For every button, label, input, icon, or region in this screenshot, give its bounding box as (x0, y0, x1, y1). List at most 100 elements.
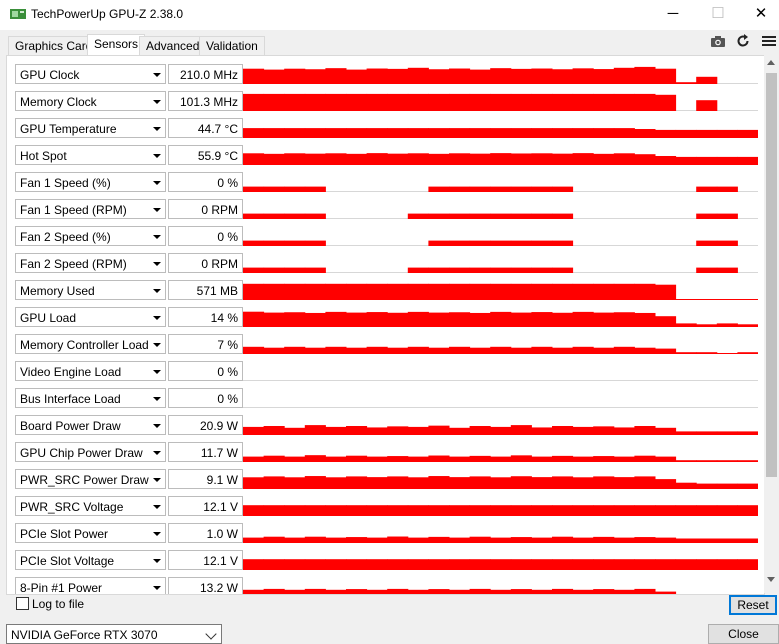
sensor-name-dropdown[interactable]: Video Engine Load (15, 361, 166, 381)
sensor-name-dropdown[interactable]: 8-Pin #1 Power (15, 577, 166, 595)
sensor-name-dropdown[interactable]: GPU Clock (15, 64, 166, 84)
graph-bar (469, 186, 491, 192)
sensor-row: GPU Chip Power Draw 11.7 W (7, 439, 764, 466)
sensor-value: 0 % (217, 365, 238, 379)
sensor-graph (243, 361, 758, 381)
sensor-value: 14 % (210, 311, 238, 325)
maximize-button[interactable]: ☐ (695, 0, 741, 30)
graph-bar (325, 505, 347, 516)
sensor-name-dropdown[interactable]: Fan 1 Speed (RPM) (15, 199, 166, 219)
sensor-name-dropdown[interactable]: Fan 1 Speed (%) (15, 172, 166, 192)
sensor-name-dropdown[interactable]: Board Power Draw (15, 415, 166, 435)
sensor-name-dropdown[interactable]: Fan 2 Speed (%) (15, 226, 166, 246)
hamburger-menu-icon[interactable] (760, 32, 778, 50)
log-to-file-checkbox[interactable] (16, 597, 29, 610)
graph-bar (634, 347, 656, 354)
graph-bar (696, 240, 718, 246)
graph-bar (263, 267, 285, 273)
sensor-name-dropdown[interactable]: Bus Interface Load (15, 388, 166, 408)
graph-bar (449, 505, 471, 516)
graph-bar (531, 537, 553, 543)
sensor-name: 8-Pin #1 Power (20, 581, 103, 595)
graph-bar (449, 267, 471, 273)
sensor-value: 0 RPM (201, 203, 238, 217)
graph-bar (284, 240, 306, 246)
vertical-scrollbar[interactable] (764, 55, 779, 593)
reset-button[interactable]: Reset (729, 595, 777, 615)
sensor-value-box: 44.7 °C (168, 118, 243, 138)
sensor-name-dropdown[interactable]: PCIe Slot Power (15, 523, 166, 543)
tab-graphics-card[interactable]: Graphics Card (8, 36, 100, 55)
graph-bar (490, 537, 512, 543)
dropdown-arrow-icon (153, 397, 161, 401)
tab-validation[interactable]: Validation (199, 36, 265, 55)
sensor-value: 11.7 W (200, 446, 238, 460)
graph-bar (593, 128, 615, 138)
tab-sensors[interactable]: Sensors (87, 34, 146, 56)
graph-bar (552, 267, 574, 273)
graph-bar (469, 426, 491, 435)
sensor-name: Memory Controller Load (20, 338, 149, 352)
graph-bar (634, 283, 656, 300)
graph-bar (510, 128, 532, 138)
graph-bar (469, 240, 491, 246)
graph-bar (325, 311, 347, 327)
graph-bar (552, 213, 574, 219)
graph-bar (387, 347, 409, 354)
sensor-name-dropdown[interactable]: Memory Controller Load (15, 334, 166, 354)
scroll-down-arrow-icon[interactable] (767, 577, 775, 582)
graph-bar (552, 505, 574, 516)
sensor-name-dropdown[interactable]: PWR_SRC Voltage (15, 496, 166, 516)
scrollbar-thumb[interactable] (766, 73, 777, 477)
sensor-graph (243, 226, 758, 246)
graph-bar (531, 427, 553, 435)
scroll-up-arrow-icon[interactable] (767, 60, 775, 65)
graph-bar (552, 153, 574, 165)
sensor-name-dropdown[interactable]: Memory Clock (15, 91, 166, 111)
sensor-name-dropdown[interactable]: GPU Chip Power Draw (15, 442, 166, 462)
graph-bar (366, 559, 388, 570)
graph-bar (572, 537, 594, 543)
graph-bar (263, 536, 285, 543)
camera-icon[interactable] (709, 32, 727, 50)
sensor-name: PCIe Slot Power (20, 527, 109, 541)
refresh-icon[interactable] (734, 32, 752, 50)
sensor-name-dropdown[interactable]: Memory Used (15, 280, 166, 300)
minimize-button[interactable]: ─ (650, 0, 696, 30)
graph-bar (284, 505, 306, 516)
graph-bar (469, 267, 491, 273)
graph-bar (366, 68, 388, 84)
graph-bar (366, 346, 388, 354)
graph-bar (243, 559, 265, 570)
graph-bar (531, 477, 553, 489)
sensor-name-dropdown[interactable]: GPU Load (15, 307, 166, 327)
sensor-name-dropdown[interactable]: Fan 2 Speed (RPM) (15, 253, 166, 273)
sensor-name-dropdown[interactable]: PCIe Slot Voltage (15, 550, 166, 570)
graph-bar (407, 505, 429, 516)
dropdown-arrow-icon (153, 505, 161, 509)
graph-bar (346, 69, 368, 84)
tab-advanced[interactable]: Advanced (139, 36, 207, 55)
close-button[interactable]: Close (708, 624, 779, 644)
graph-bar (366, 505, 388, 516)
graph-bar (572, 311, 594, 327)
graph-bar (634, 505, 656, 516)
graph-bar (490, 283, 512, 300)
gpu-select-dropdown[interactable]: NVIDIA GeForce RTX 3070 (6, 624, 222, 644)
graph-bar (552, 536, 574, 543)
sensor-name-dropdown[interactable]: GPU Temperature (15, 118, 166, 138)
graph-bar (552, 559, 574, 570)
graph-bar (675, 352, 697, 354)
graph-bar (407, 67, 429, 84)
sensor-graph-svg (243, 559, 758, 570)
graph-bar (490, 505, 512, 516)
sensor-graph-svg (243, 213, 738, 219)
dropdown-arrow-icon (153, 127, 161, 131)
graph-bar (366, 283, 388, 300)
sensor-name-dropdown[interactable]: Hot Spot (15, 145, 166, 165)
sensor-graph (243, 199, 758, 219)
sensor-name-dropdown[interactable]: PWR_SRC Power Draw (15, 469, 166, 489)
close-window-button[interactable]: ✕ (738, 0, 779, 30)
graph-bar (552, 69, 574, 84)
graph-bar (510, 505, 532, 516)
